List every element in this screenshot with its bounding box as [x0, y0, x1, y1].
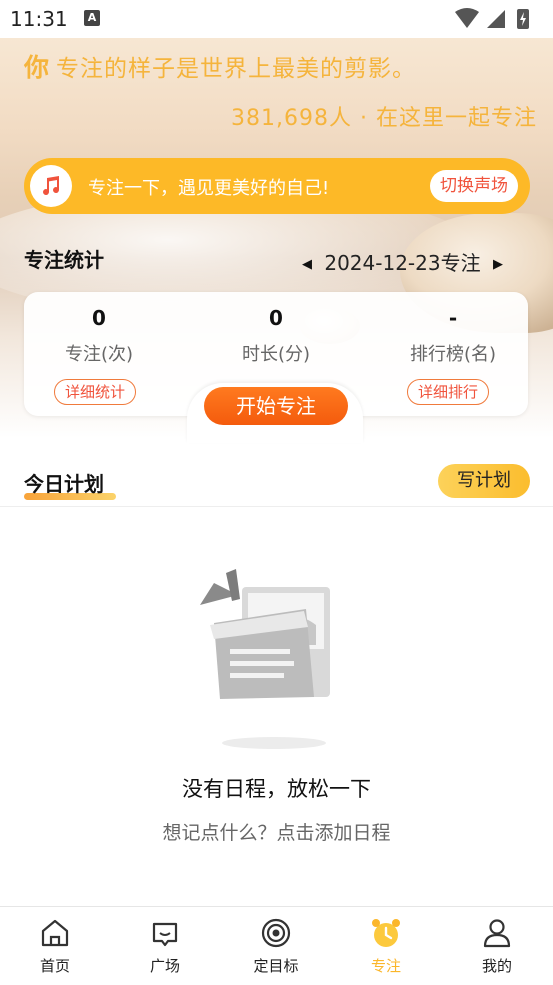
- write-plan-button[interactable]: 写计划: [438, 464, 530, 498]
- a-icon: A: [84, 10, 100, 26]
- home-icon: [41, 919, 69, 947]
- empty-state-title: 没有日程，放松一下: [182, 777, 371, 801]
- wifi-icon: [455, 8, 479, 28]
- prev-date-arrow-icon[interactable]: ◀: [302, 257, 312, 272]
- empty-state-subtitle[interactable]: 想记点什么？点击添加日程: [0, 818, 553, 845]
- tab-mine[interactable]: 我的: [442, 907, 552, 985]
- next-date-arrow-icon[interactable]: ▶: [493, 257, 503, 272]
- bottom-tab-bar: 首页 广场 定目标 专注 我的: [0, 906, 553, 985]
- empty-document-icon: [200, 569, 330, 749]
- chat-icon: [152, 922, 178, 947]
- music-note-icon[interactable]: [30, 165, 72, 207]
- date-navigator: ◀ 2024-12-23专注 ▶: [302, 247, 503, 277]
- tab-focus[interactable]: 专注: [331, 907, 441, 985]
- signal-icon: [487, 10, 505, 28]
- start-focus-button[interactable]: 开始专注: [204, 387, 348, 425]
- detail-stats-button[interactable]: 详细统计: [54, 379, 137, 405]
- stat-ranking: - 排行榜(名): [409, 306, 497, 365]
- tab-square[interactable]: 广场: [110, 907, 220, 985]
- divider: [0, 506, 553, 507]
- user-icon: [483, 919, 511, 948]
- focus-user-counter: 381,698人 · 在这里一起专注: [231, 106, 537, 131]
- sound-banner: 专注一下，遇见更美好的自己! 切换声场: [24, 158, 530, 214]
- plan-section-title: 今日计划: [24, 468, 116, 500]
- tab-goals[interactable]: 定目标: [221, 907, 331, 985]
- status-bar: 11:31 A: [0, 0, 553, 38]
- status-time: 11:31: [10, 7, 68, 31]
- alarm-clock-icon: [372, 919, 400, 947]
- slogan-text: 专注的样子是世界上最美的剪影。: [56, 56, 417, 82]
- stat-sessions: 0 专注(次): [64, 306, 134, 365]
- current-date: 2024-12-23专注: [324, 251, 481, 275]
- slogan: 你专注的样子是世界上最美的剪影。: [24, 48, 416, 84]
- target-icon: [261, 918, 291, 948]
- tab-home[interactable]: 首页: [0, 907, 110, 985]
- status-icons: [455, 8, 529, 29]
- slogan-lead: 你: [24, 53, 51, 82]
- stat-duration: 0 时长(分): [241, 306, 311, 365]
- sound-message: 专注一下，遇见更美好的自己!: [88, 178, 330, 199]
- detail-ranking-button[interactable]: 详细排行: [407, 379, 490, 405]
- stats-section-title: 专注统计: [24, 244, 116, 276]
- switch-soundscape-button[interactable]: 切换声场: [430, 170, 518, 202]
